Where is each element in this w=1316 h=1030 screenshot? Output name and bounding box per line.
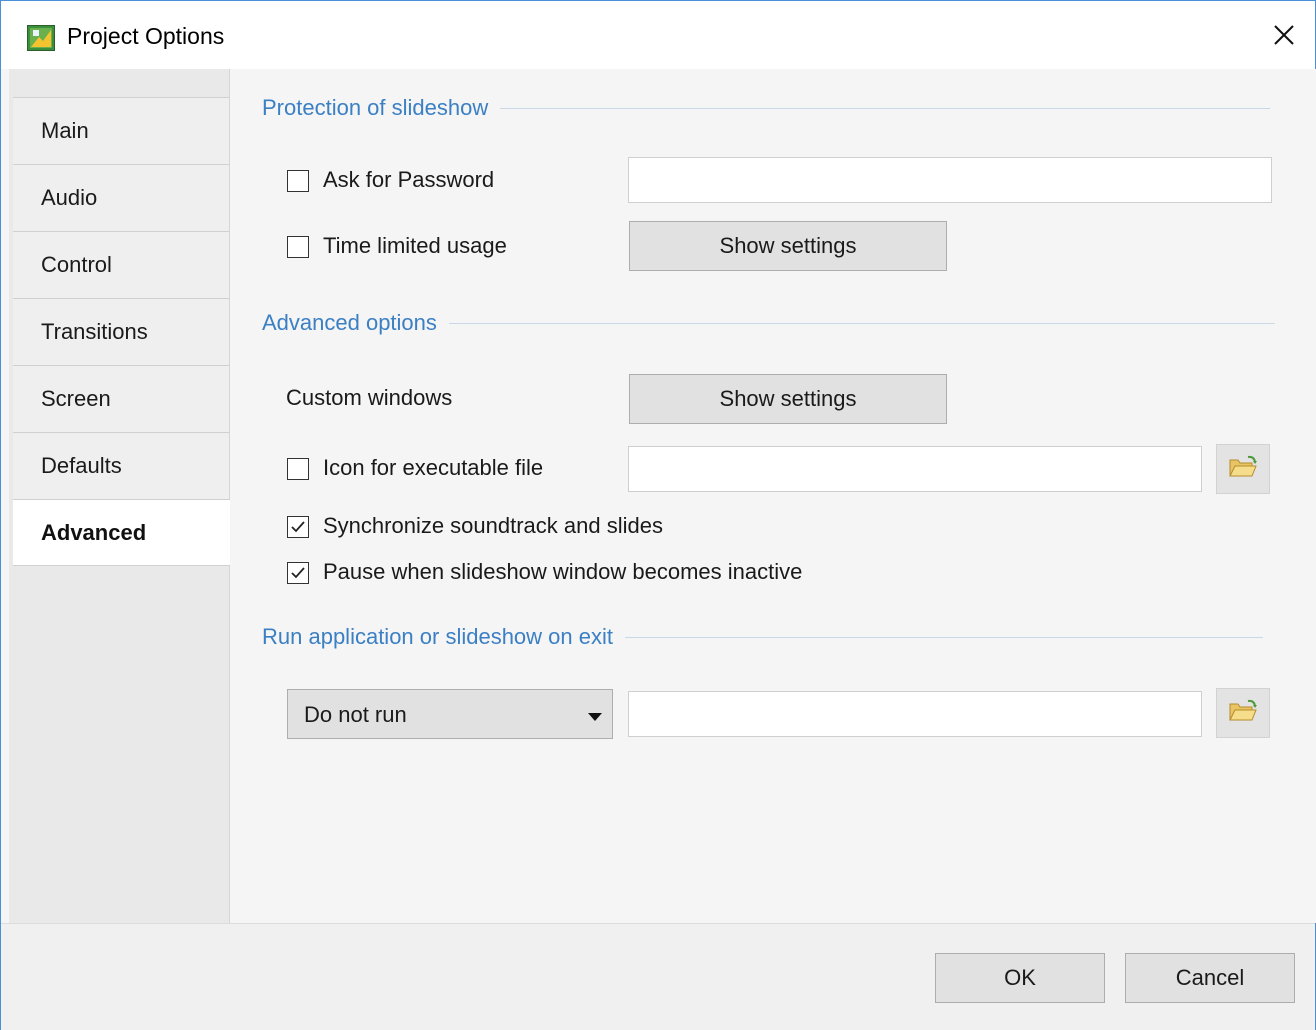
icon-exe-label: Icon for executable file [323, 455, 544, 480]
tab-screen[interactable]: Screen [13, 365, 229, 432]
tab-main[interactable]: Main [13, 97, 229, 164]
tab-defaults[interactable]: Defaults [13, 432, 229, 499]
tab-audio[interactable]: Audio [13, 164, 229, 231]
select-value: Do not run [304, 702, 407, 727]
button-label: Show settings [719, 233, 857, 258]
custom-windows-show-settings-button[interactable]: Show settings [629, 374, 947, 424]
section-divider [624, 636, 1263, 638]
section-divider [448, 322, 1275, 324]
sync-label: Synchronize soundtrack and slides [323, 513, 663, 538]
icon-exe-checkbox[interactable] [287, 458, 309, 480]
time-limited-checkbox[interactable] [287, 236, 309, 258]
project-options-icon [27, 25, 55, 51]
cancel-button[interactable]: Cancel [1125, 953, 1295, 1003]
sync-checkbox[interactable] [287, 516, 309, 538]
tab-label: Main [41, 118, 89, 143]
tab-control[interactable]: Control [13, 231, 229, 298]
close-button[interactable] [1253, 1, 1315, 69]
time-limited-show-settings-button[interactable]: Show settings [629, 221, 947, 271]
window-title: Project Options [67, 23, 225, 49]
button-label: Cancel [1175, 965, 1245, 990]
run-on-exit-section-header: Run application or slideshow on exit [262, 624, 1263, 650]
tab-label: Control [41, 252, 112, 277]
run-on-exit-browse-button[interactable] [1216, 688, 1270, 738]
custom-windows-label: Custom windows [286, 385, 453, 410]
pause-inactive-checkbox[interactable] [287, 562, 309, 584]
tab-list: Main Audio Control Transitions Screen De… [13, 97, 231, 566]
icon-exe-browse-button[interactable] [1216, 444, 1270, 494]
advanced-header-label: Advanced options [262, 310, 437, 335]
project-options-dialog: Project Options Main Audio Control Trans… [0, 0, 1316, 1030]
protection-header-label: Protection of slideshow [262, 95, 489, 120]
button-label: Show settings [719, 386, 857, 411]
tab-advanced[interactable]: Advanced [13, 499, 231, 566]
section-divider [500, 107, 1271, 109]
folder-open-icon [1228, 698, 1258, 729]
run-on-exit-header-label: Run application or slideshow on exit [262, 624, 613, 649]
tab-transitions[interactable]: Transitions [13, 298, 229, 365]
close-icon [1273, 16, 1295, 55]
pause-inactive-label: Pause when slideshow window becomes inac… [323, 559, 803, 584]
protection-section-header: Protection of slideshow [262, 95, 1271, 121]
run-on-exit-path-input[interactable] [628, 691, 1202, 737]
ok-button[interactable]: OK [935, 953, 1105, 1003]
tab-label: Transitions [41, 319, 148, 344]
icon-exe-path-input[interactable] [628, 446, 1202, 492]
advanced-section-header: Advanced options [262, 310, 1275, 336]
folder-open-icon [1228, 454, 1258, 485]
title-bar: Project Options [1, 1, 1315, 69]
tab-label: Audio [41, 185, 98, 210]
tab-label: Defaults [41, 453, 122, 478]
tab-label: Advanced [41, 519, 147, 545]
ask-password-label: Ask for Password [323, 167, 495, 192]
tab-label: Screen [41, 386, 111, 411]
button-label: OK [1004, 965, 1036, 990]
ask-password-checkbox[interactable] [287, 170, 309, 192]
dialog-footer: OK Cancel [1, 923, 1315, 1030]
run-on-exit-select[interactable]: Do not run [287, 689, 613, 739]
password-input[interactable] [628, 157, 1272, 203]
sidebar: Main Audio Control Transitions Screen De… [9, 69, 231, 923]
advanced-panel: Protection of slideshow Ask for Password… [230, 69, 1316, 923]
time-limited-label: Time limited usage [323, 233, 507, 258]
dropdown-arrow-icon [588, 709, 602, 727]
